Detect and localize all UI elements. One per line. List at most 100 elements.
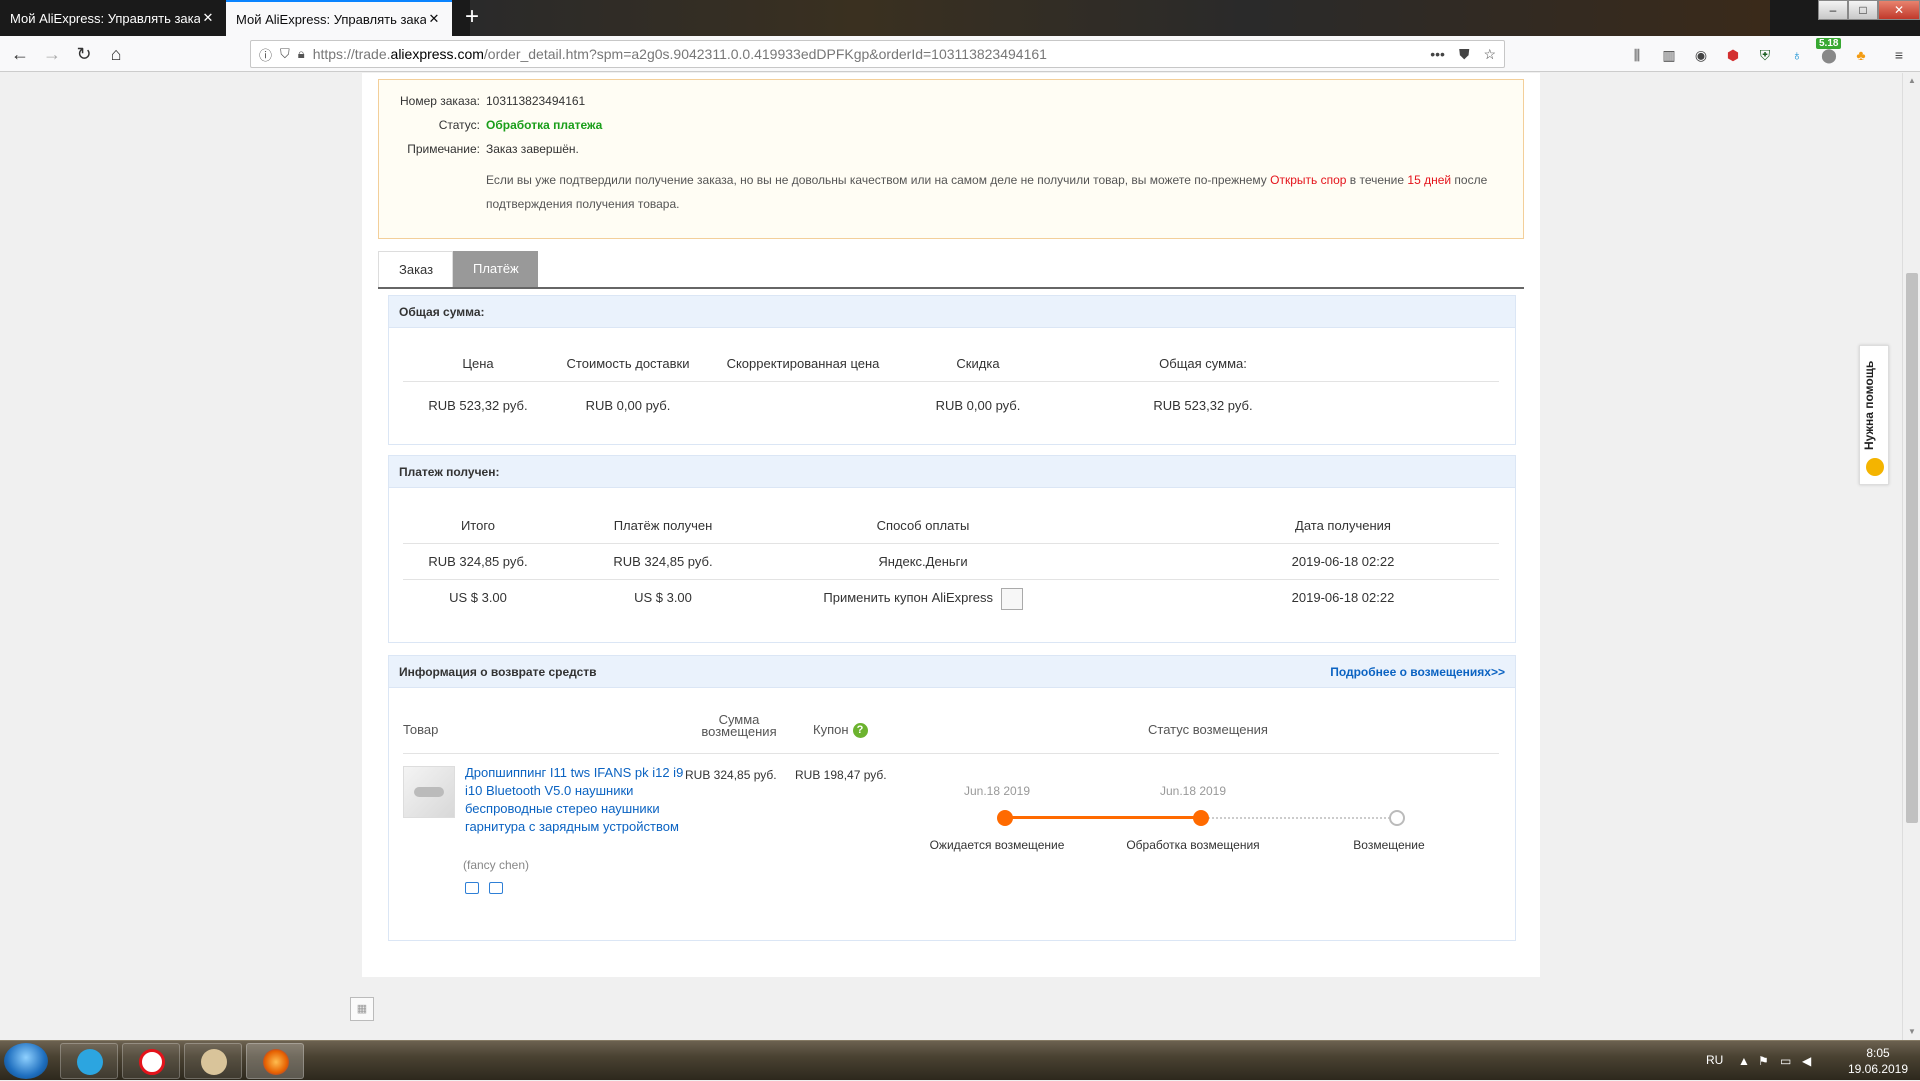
need-help-widget[interactable]: Нужна помощь (1859, 345, 1889, 485)
browser-tab-1[interactable]: Мой AliExpress: Управлять заказами ✕ (0, 0, 226, 36)
bookmark-star-icon[interactable]: ☆ (1483, 46, 1496, 63)
action-center-flag-icon[interactable]: ⚑ (1758, 1054, 1769, 1068)
page-viewport: Номер заказа: 103113823494161 Статус: Об… (0, 73, 1902, 1040)
col-subtotal: Итого (460, 518, 496, 533)
url-host: aliexpress.com (390, 46, 484, 62)
refund-section-heading: Информация о возврате средств (399, 665, 597, 679)
refund-header-row: Товар Сумма возмещения Купон? Статус воз… (403, 700, 1499, 754)
start-button[interactable] (4, 1043, 48, 1079)
shipping-value: RUB 0,00 руб. (585, 398, 671, 413)
volume-icon[interactable]: ◀ (1802, 1054, 1811, 1068)
pocket-icon[interactable]: ⛊ (1459, 46, 1470, 63)
coupon-image-icon[interactable] (1000, 587, 1023, 610)
back-arrow-icon[interactable]: ← (8, 42, 32, 66)
col-product: Товар (403, 722, 439, 737)
col-received-date: Дата получения (1295, 518, 1391, 533)
menu-icon[interactable]: ≡ (1890, 46, 1908, 64)
close-icon[interactable]: ✕ (200, 10, 216, 26)
open-dispute-link[interactable]: Открыть спор (1270, 173, 1346, 187)
new-tab-button[interactable]: + (454, 0, 490, 36)
minimize-button[interactable]: ‒ (1818, 0, 1848, 20)
forward-arrow-icon[interactable]: → (40, 42, 64, 66)
network-icon[interactable]: ▭ (1780, 1054, 1791, 1068)
note-label: Примечание: (407, 142, 480, 156)
total-section: Общая сумма: Цена Стоимость доставки Ско… (388, 295, 1516, 445)
tab-order[interactable]: Заказ (378, 251, 453, 287)
telegram-icon (77, 1049, 103, 1075)
col-price: Цена (462, 356, 494, 371)
payment-row: RUB 324,85 руб. RUB 324,85 руб. Яндекс.Д… (403, 544, 1499, 580)
info-icon[interactable]: ⓘ (259, 45, 272, 64)
message-icon[interactable] (489, 882, 503, 894)
status-label: Статус: (438, 118, 480, 132)
reload-icon[interactable]: ↻ (72, 42, 96, 66)
scroll-down-arrow-icon[interactable]: ▼ (1903, 1024, 1920, 1040)
timeline-step-label: Обработка возмещения (1126, 838, 1260, 852)
seller-name: (fancy chen) (463, 858, 530, 872)
product-thumbnail[interactable] (403, 766, 455, 818)
yandex-browser-icon (139, 1049, 165, 1075)
col-refund-amount-line2: возмещения (701, 724, 777, 739)
order-detail-page: Номер заказа: 103113823494161 Статус: Об… (362, 73, 1540, 977)
feedback-image-icon[interactable]: ▦ (350, 997, 374, 1021)
firefox-icon (263, 1049, 289, 1075)
library-icon[interactable]: ⫼ (1628, 46, 1646, 64)
payment-received-amount: RUB 324,85 руб. (613, 554, 713, 569)
payment-method-cell: Применить купон AliExpress (773, 580, 1073, 616)
account-icon[interactable]: ◉ (1692, 46, 1710, 64)
security-extension-icon[interactable]: ⛨ (1756, 46, 1774, 64)
payment-header-row: Итого Платёж получен Способ оплаты Дата … (403, 508, 1499, 544)
page-scrollbar[interactable]: ▲ ▼ (1902, 73, 1920, 1040)
product-title-link[interactable]: Дропшиппинг I11 tws IFANS pk i12 i9 i10 … (465, 764, 685, 836)
notice-text-2: в течение (1346, 173, 1408, 187)
payment-subtotal: US $ 3.00 (449, 590, 507, 605)
col-payment-received: Платёж получен (613, 518, 713, 533)
scroll-up-arrow-icon[interactable]: ▲ (1903, 73, 1920, 89)
url-prefix: https://trade. (312, 46, 391, 62)
scrollbar-thumb[interactable] (1906, 273, 1918, 823)
close-icon[interactable]: ✕ (426, 11, 442, 27)
browser-tab-bar: Мой AliExpress: Управлять заказами ✕ Мой… (0, 0, 1920, 36)
sidebar-icon[interactable]: ▥ (1660, 46, 1678, 64)
window-close-button[interactable]: ✕ (1878, 0, 1920, 20)
total-value-row: RUB 523,32 руб. RUB 0,00 руб. RUB 0,00 р… (403, 388, 1499, 424)
shield-icon[interactable]: ⛉ (280, 46, 290, 62)
maximize-button[interactable]: □ (1848, 0, 1878, 20)
col-coupon-label: Купон (813, 722, 849, 737)
paint-icon (201, 1049, 227, 1075)
payment-method: Яндекс.Деньги (878, 554, 968, 569)
browser-tab-title: Мой AliExpress: Управлять заказами (236, 11, 426, 27)
notice-text-1: Если вы уже подтвердили получение заказа… (486, 173, 1271, 187)
snapshot-icon[interactable] (465, 882, 479, 894)
order-info-box: Номер заказа: 103113823494161 Статус: Об… (378, 79, 1524, 239)
payment-date: 2019-06-18 02:22 (1291, 554, 1395, 569)
need-help-label: Нужна помощь (1862, 360, 1876, 450)
refund-more-link[interactable]: Подробнее о возмещениях>> (1330, 656, 1505, 688)
page-actions-icon[interactable]: ••• (1430, 46, 1445, 63)
total-header-row: Цена Стоимость доставки Скорректированна… (403, 346, 1499, 382)
adblock-extension-icon[interactable]: ⬢ (1724, 46, 1742, 64)
windows-taskbar: RU ▲ ⚑ ▭ ◀ 8:05 19.06.2019 (0, 1040, 1920, 1080)
taskbar-telegram[interactable] (60, 1043, 118, 1079)
lock-icon[interactable]: 🔒︎ (298, 46, 305, 62)
taskbar-paint[interactable] (184, 1043, 242, 1079)
taskbar-firefox[interactable] (246, 1043, 304, 1079)
payment-method: Применить купон AliExpress (823, 590, 993, 605)
vpn-extension-icon[interactable]: ♁ (1788, 46, 1806, 64)
timeline-progress-line (1005, 816, 1201, 819)
payment-section-heading: Платеж получен: (389, 456, 1515, 488)
tab-payment[interactable]: Платёж (453, 251, 538, 287)
help-icon[interactable]: ? (852, 723, 868, 739)
show-hidden-icons-icon[interactable]: ▲ (1738, 1054, 1750, 1068)
browser-tab-2-active[interactable]: Мой AliExpress: Управлять заказами ✕ (226, 0, 452, 36)
notice-days: 15 дней (1407, 173, 1452, 187)
clock-time[interactable]: 8:05 (1848, 1046, 1908, 1060)
home-icon[interactable]: ⌂ (104, 42, 128, 66)
taskbar-yandex-browser[interactable] (122, 1043, 180, 1079)
aliexpress-extension-icon[interactable]: ♣ (1852, 46, 1870, 64)
address-bar[interactable]: ⓘ ⛉ 🔒︎ https://trade. aliexpress.com/orde… (250, 40, 1505, 68)
col-discount: Скидка (956, 356, 1000, 371)
timeline-step-dot (1193, 810, 1209, 826)
language-indicator[interactable]: RU (1706, 1053, 1723, 1067)
clock-date[interactable]: 19.06.2019 (1840, 1062, 1916, 1076)
